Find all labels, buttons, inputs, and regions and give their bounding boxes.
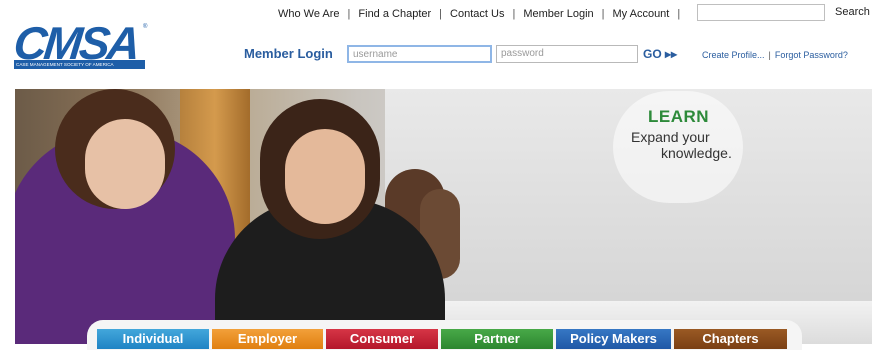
tab-policy-makers[interactable]: Policy Makers (556, 329, 671, 349)
nav-member-login[interactable]: Member Login (515, 8, 601, 20)
tab-chapters[interactable]: Chapters (674, 329, 787, 349)
nav-separator: | (677, 8, 681, 20)
nav-contact-us[interactable]: Contact Us (442, 8, 512, 20)
tab-individual[interactable]: Individual (97, 329, 209, 349)
search-input[interactable] (697, 4, 825, 21)
cmsa-logo[interactable]: CMSA ® CASE MANAGEMENT SOCIETY OF AMERIC… (11, 17, 148, 70)
logo-tagline: CASE MANAGEMENT SOCIETY OF AMERICA (14, 60, 145, 69)
member-login-label: Member Login (244, 46, 333, 61)
registered-mark: ® (143, 24, 148, 30)
username-input[interactable]: username (347, 45, 492, 63)
logo-wordmark: CMSA (11, 17, 141, 69)
hero-subtext-line2: knowledge. (661, 145, 732, 161)
hero-student-left-face (85, 119, 165, 209)
password-input[interactable]: password (496, 45, 638, 63)
hero-subtext-line1: Expand your (631, 129, 710, 145)
hero-student-center-face (285, 129, 365, 224)
hero-headline: LEARN (648, 107, 710, 126)
hero-subtext: Expand your knowledge. (631, 129, 732, 161)
nav-my-account[interactable]: My Account (605, 8, 678, 20)
create-profile-link[interactable]: Create Profile... (702, 50, 765, 60)
forgot-password-link[interactable]: Forgot Password? (775, 50, 848, 60)
nav-find-a-chapter[interactable]: Find a Chapter (350, 8, 439, 20)
link-separator: | (768, 50, 771, 60)
search-button[interactable]: Search (835, 6, 870, 18)
tab-partner[interactable]: Partner (441, 329, 553, 349)
hero-banner[interactable]: LEARN Expand your knowledge. (15, 89, 872, 344)
tab-consumer[interactable]: Consumer (326, 329, 438, 349)
tab-employer[interactable]: Employer (212, 329, 323, 349)
account-links: Create Profile... | Forgot Password? (702, 50, 848, 60)
nav-who-we-are[interactable]: Who We Are (270, 8, 348, 20)
top-nav: Who We Are | Find a Chapter | Contact Us | … (270, 6, 680, 22)
go-button[interactable]: GO ▸▸ (643, 47, 677, 61)
